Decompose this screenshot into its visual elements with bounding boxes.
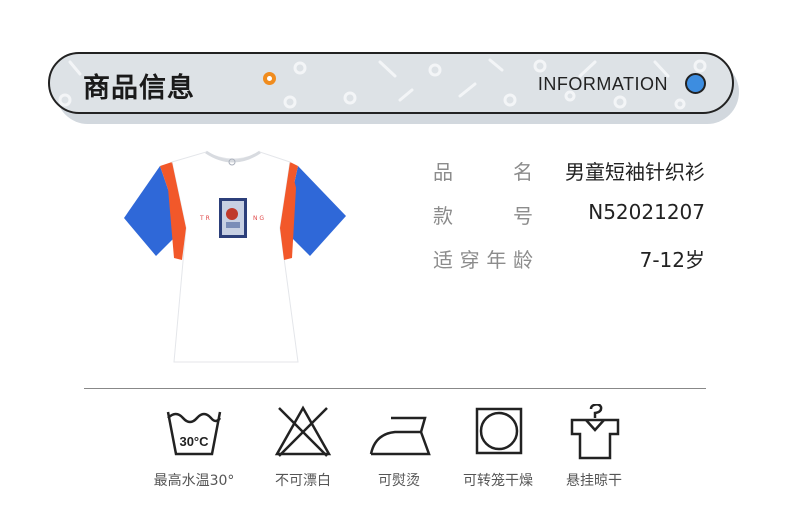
care-item-iron: 可熨烫	[344, 404, 454, 504]
info-label: 适穿年龄	[433, 248, 533, 272]
header-banner: 商品信息 INFORMATION	[48, 52, 734, 114]
info-row-name: 品 名 男童短袖针织衫	[433, 156, 705, 186]
care-label: 不可漂白	[275, 473, 331, 489]
iron-icon	[369, 416, 431, 456]
care-label: 悬挂晾干	[566, 473, 622, 489]
svg-text:N G: N G	[253, 215, 264, 222]
wash-temp-text: 30°C	[179, 434, 209, 449]
title-dot-icon	[263, 72, 276, 85]
hang-dry-icon	[570, 404, 620, 460]
info-value: 7-12岁	[639, 248, 705, 272]
info-label: 品 名	[433, 160, 533, 184]
info-value: 男童短袖针织衫	[565, 160, 705, 184]
section-title: 商品信息	[83, 73, 195, 104]
accent-circle-icon	[685, 73, 706, 94]
care-item-hang-dry: 悬挂晾干	[539, 404, 649, 504]
info-label: 款 号	[433, 204, 533, 228]
care-label: 最高水温30°	[153, 473, 235, 489]
tshirt-product-image: T R N G	[124, 150, 346, 363]
info-value: N52021207	[588, 200, 705, 224]
tumble-dry-icon	[475, 407, 523, 455]
info-row-age: 适穿年龄 7-12岁	[433, 244, 705, 274]
no-bleach-icon	[274, 405, 332, 457]
wash-30-icon: 30°C	[166, 411, 222, 456]
care-label: 可转笼干燥	[463, 473, 533, 489]
care-item-bleach: 不可漂白	[248, 404, 358, 504]
care-item-tumble-dry: 可转笼干燥	[443, 404, 553, 504]
section-title-en: INFORMATION	[537, 74, 668, 94]
info-row-style-number: 款 号 N52021207	[433, 200, 705, 230]
care-item-wash: 30°C 最高水温30°	[139, 404, 249, 504]
svg-text:T R: T R	[199, 215, 210, 222]
divider	[84, 388, 706, 389]
care-label: 可熨烫	[378, 473, 420, 489]
